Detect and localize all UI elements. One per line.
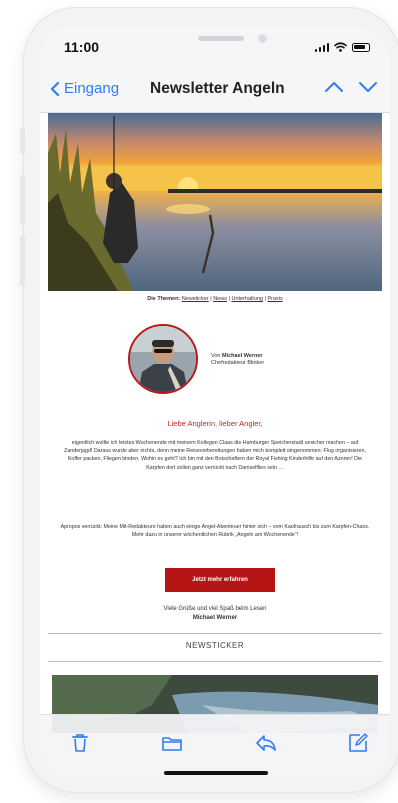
intro-paragraph: eigentlich wollte ich letztes Wochenende… (64, 440, 366, 471)
front-camera (258, 34, 267, 43)
chevron-up-icon (325, 82, 343, 92)
author-portrait (130, 326, 196, 392)
mail-nav-bar: Eingang Newsletter Angeln (40, 76, 390, 113)
greeting: Liebe Anglerin, lieber Angler, (167, 419, 263, 428)
author-avatar (128, 324, 198, 394)
side-button (20, 236, 25, 286)
hero-image (48, 113, 382, 291)
next-message-button[interactable] (358, 80, 378, 99)
author-prefix: Von (211, 353, 221, 359)
author-info: Von Michael Werner Chefredakteur Blinker (211, 353, 264, 368)
phone-screen: 11:00 Eingang Newsletter Angeln Die Them… (40, 26, 390, 782)
folder-icon (162, 737, 182, 751)
page-title: Newsletter Angeln (150, 80, 285, 97)
message-navigation (324, 80, 378, 99)
previous-message-button[interactable] (324, 80, 344, 99)
compose-icon (349, 733, 368, 752)
chevron-left-icon (50, 81, 60, 96)
topic-link-praxis[interactable]: Praxis (267, 296, 282, 302)
move-to-folder-button[interactable] (160, 731, 184, 755)
signature: Michael Werner (192, 614, 238, 621)
wifi-icon (334, 42, 347, 52)
section-title: NEWSTICKER (185, 641, 245, 650)
back-label: Eingang (64, 80, 120, 97)
topics-prefix: Die Themen: (147, 296, 181, 302)
delete-button[interactable] (68, 731, 92, 755)
status-bar: 11:00 (40, 26, 390, 76)
signal-icon (314, 43, 329, 52)
status-time: 11:00 (64, 39, 100, 55)
topic-link-news[interactable]: News (213, 296, 227, 302)
divider (48, 633, 382, 634)
home-indicator[interactable] (164, 771, 268, 775)
author-name: Michael Werner (222, 353, 263, 359)
topic-link-unterhaltung[interactable]: Unterhaltung (231, 296, 263, 302)
side-button (20, 128, 25, 154)
compose-button[interactable] (346, 731, 370, 755)
topic-link-newsticker[interactable]: Newsticker (182, 296, 209, 302)
email-body: Die Themen: Newsticker | News | Unterhal… (48, 113, 382, 733)
battery-icon (352, 43, 370, 52)
reply-button[interactable] (254, 731, 278, 755)
trash-icon (72, 734, 88, 752)
status-icons (314, 42, 370, 52)
read-more-button[interactable]: Jetzt mehr erfahren (165, 568, 275, 592)
closing: Viele Grüße und viel Spaß beim Lesen Mic… (48, 605, 382, 622)
divider (48, 661, 382, 662)
speaker-grille (198, 36, 244, 41)
chevron-down-icon (359, 82, 377, 92)
second-paragraph: Apropos verrückt: Meine Mit-Redakteure h… (60, 524, 370, 539)
closing-text: Viele Grüße und viel Spaß beim Lesen (163, 606, 267, 612)
side-button (20, 175, 25, 225)
reply-icon (256, 735, 276, 751)
author-role: Chefredakteur Blinker (211, 360, 265, 367)
back-button[interactable]: Eingang (50, 80, 119, 97)
topics-line: Die Themen: Newsticker | News | Unterhal… (48, 296, 382, 302)
